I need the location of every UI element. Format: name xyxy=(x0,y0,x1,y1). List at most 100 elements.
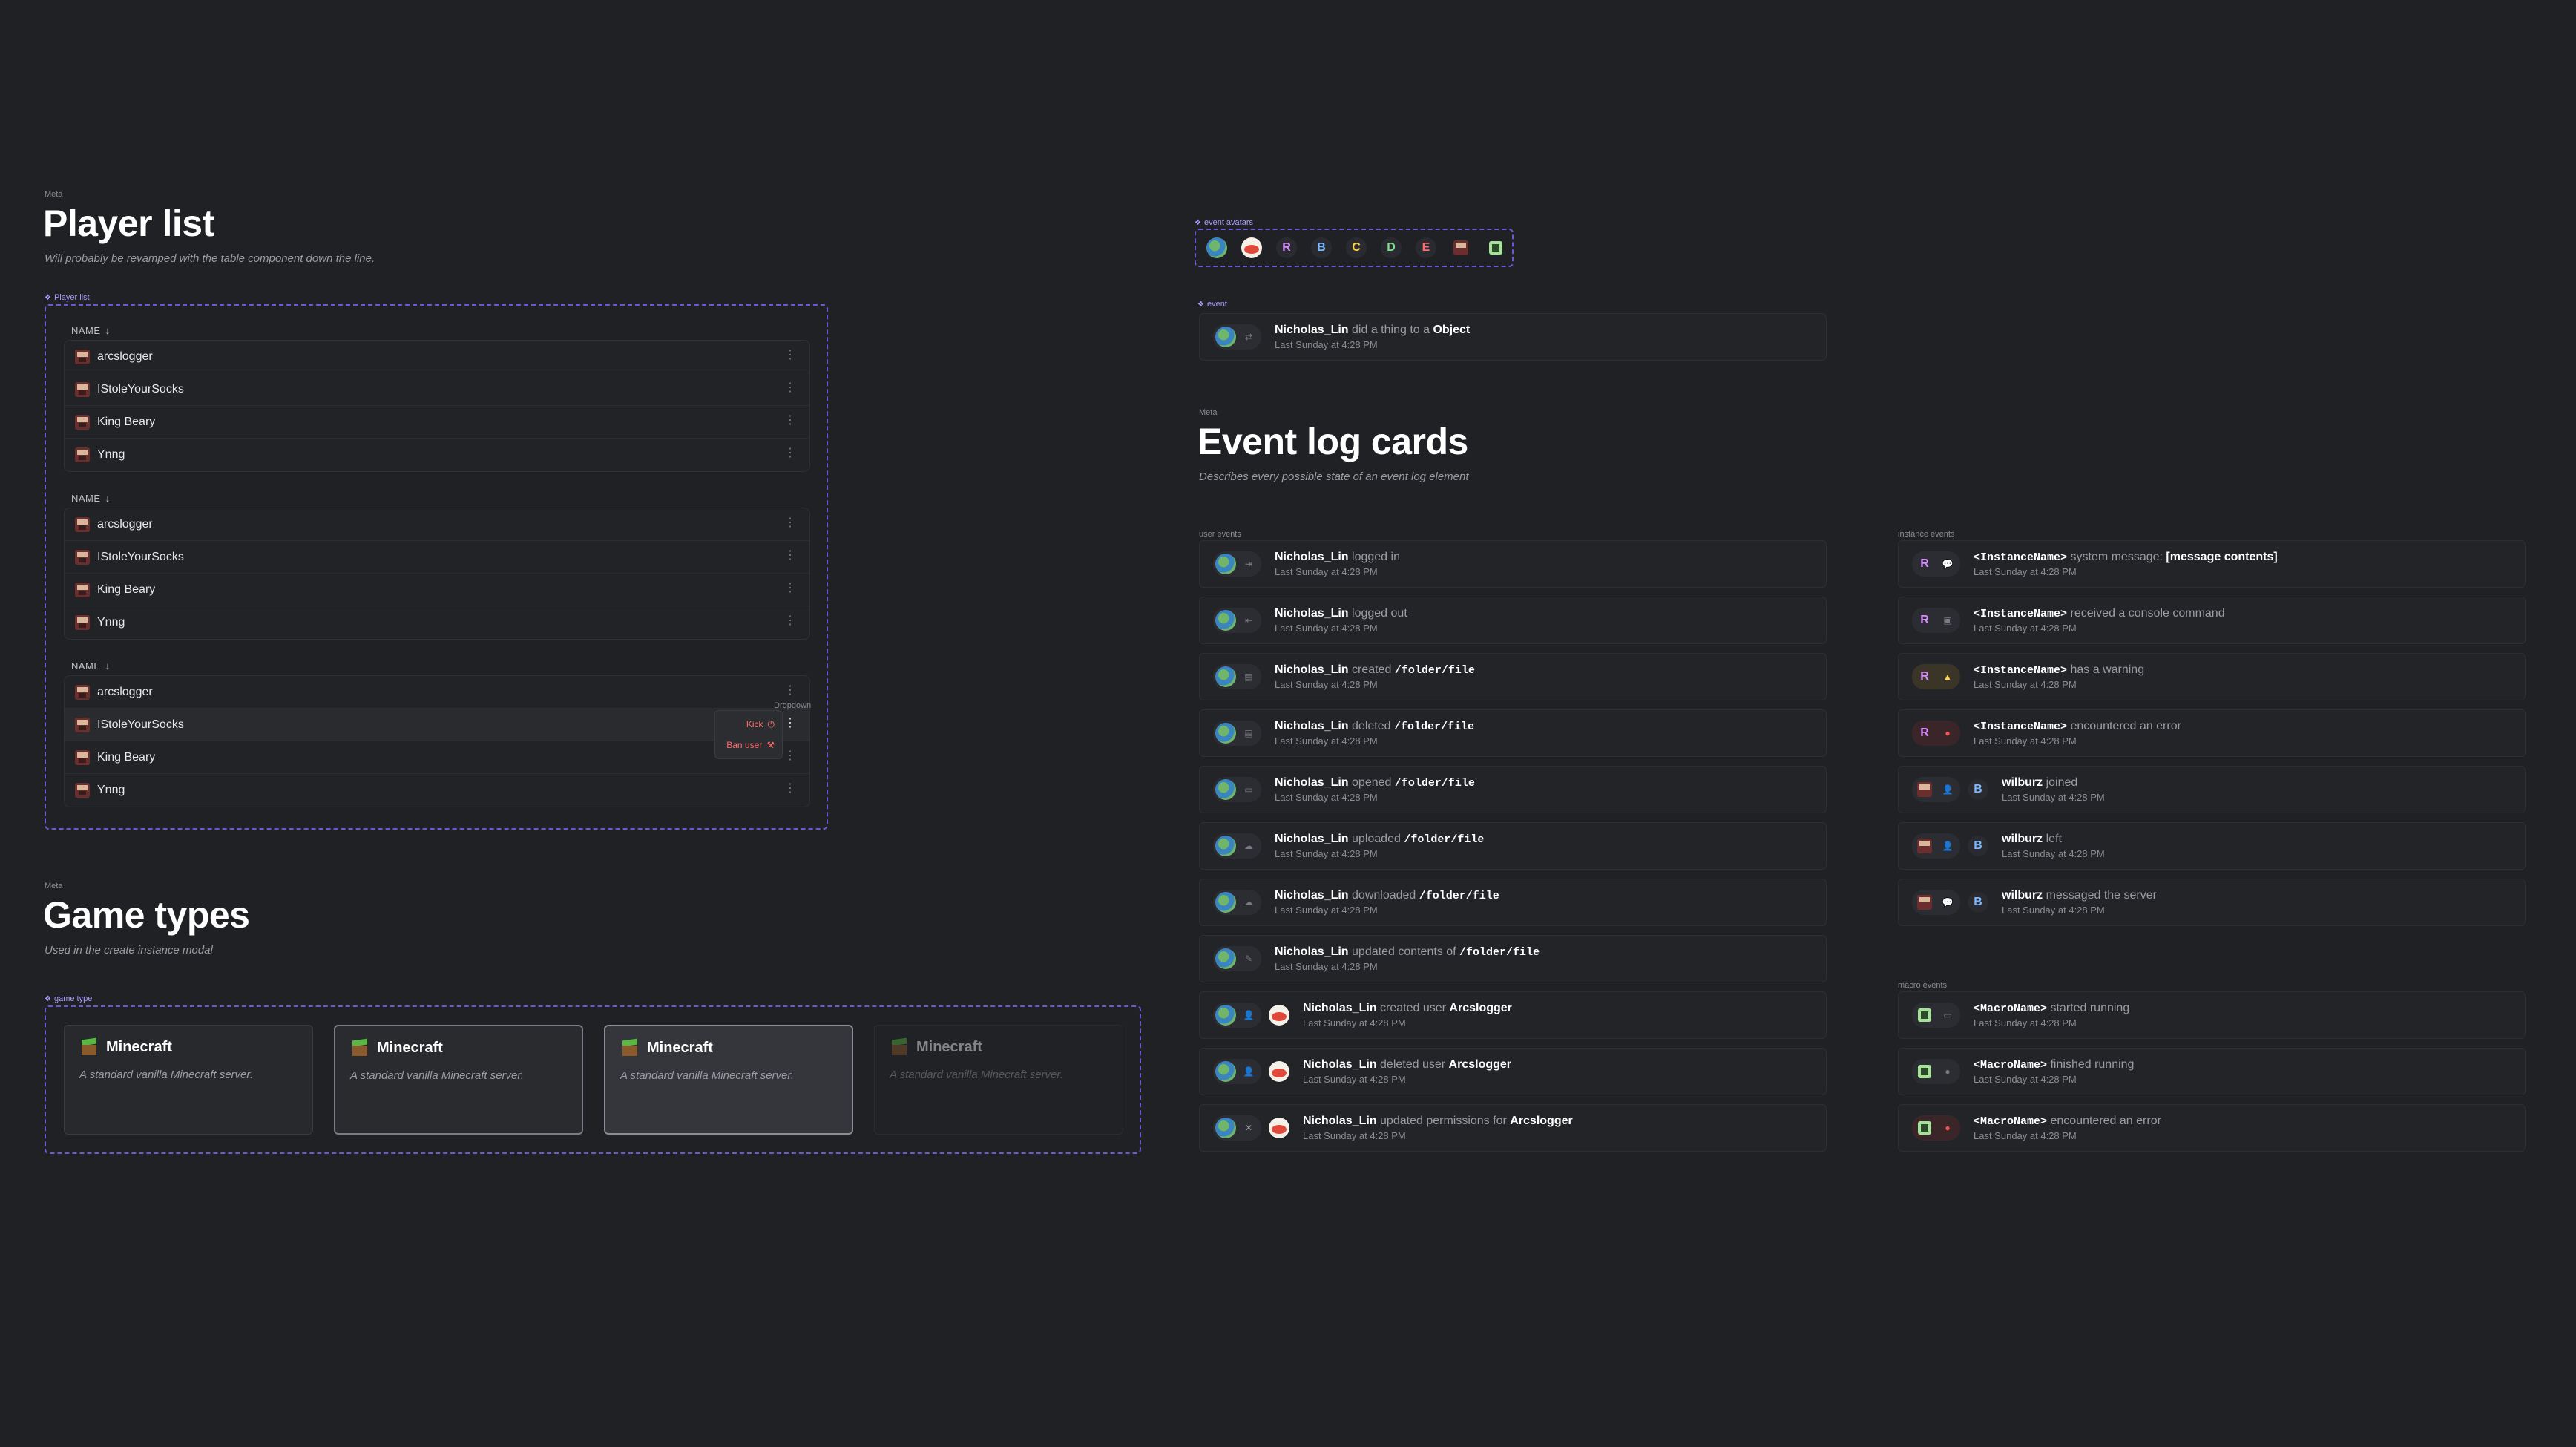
game-types-title: Game types xyxy=(43,894,250,936)
event-card: 👤 Bwilburz joined Last Sunday at 4:28 PM xyxy=(1898,766,2526,813)
event-object: /folder/file xyxy=(1393,721,1475,733)
more-options-icon[interactable]: ⋮ xyxy=(784,583,796,594)
robot-avatar-icon xyxy=(1914,892,1935,913)
event-card: ● <MacroName> finished running Last Sunday… xyxy=(1898,1048,2526,1095)
user-status-icon: 💬 xyxy=(1942,897,1954,908)
player-rows: arcslogger ⋮ IStoleYourSocks ⋮ Dropdown Kick ⏻… xyxy=(64,675,811,807)
event-card: R ● <InstanceName> encountered an error Las… xyxy=(1898,709,2526,757)
event-time: Last Sunday at 4:28 PM xyxy=(1275,848,1378,859)
ban-user-menu-item[interactable]: Ban user ⚒ xyxy=(715,735,782,755)
player-name: Ynng xyxy=(97,784,125,796)
event-action: has a warning xyxy=(2070,663,2145,676)
event-time: Last Sunday at 4:28 PM xyxy=(1275,905,1378,916)
event-object: Arcslogger xyxy=(1448,1058,1512,1071)
instance-avatar: R xyxy=(1920,726,1929,739)
instance-avatar: R xyxy=(1920,614,1929,626)
player-row[interactable]: arcslogger ⋮ xyxy=(65,341,809,373)
more-options-icon[interactable]: ⋮ xyxy=(784,550,796,562)
user-action-icon: ✕ xyxy=(1244,1123,1253,1133)
more-options-icon[interactable]: ⋮ xyxy=(784,350,796,361)
event-user: Nicholas_Lin xyxy=(1275,324,1349,336)
user-status-icon: 👤 xyxy=(1942,841,1954,851)
sort-arrow-icon: ↓ xyxy=(105,660,111,672)
event-subject: <InstanceName> xyxy=(1974,551,2068,564)
event-card: ⇤ Nicholas_Lin logged out Last Sunday at 4… xyxy=(1199,597,1827,644)
event-subject: Nicholas_Lin xyxy=(1275,889,1349,902)
name-column-header[interactable]: NAME ↓ xyxy=(64,656,810,675)
player-row[interactable]: Ynng ⋮ xyxy=(65,774,809,807)
event-object: Object xyxy=(1433,324,1471,336)
target-avatar-icon xyxy=(1269,1005,1289,1026)
fish-avatar-icon xyxy=(1241,237,1262,258)
game-type-card[interactable]: Minecraft A standard vanilla Minecraft se… xyxy=(334,1025,583,1135)
player-name: IStoleYourSocks xyxy=(97,550,184,563)
event-time: Last Sunday at 4:28 PM xyxy=(1974,679,2077,690)
player-row[interactable]: IStoleYourSocks ⋮ xyxy=(65,373,809,406)
robot-avatar-icon xyxy=(1914,779,1935,800)
more-options-icon[interactable]: ⋮ xyxy=(784,750,796,762)
game-type-card[interactable]: Minecraft A standard vanilla Minecraft se… xyxy=(604,1025,853,1135)
letter-avatar: D xyxy=(1381,237,1402,258)
more-options-icon[interactable]: ⋮ xyxy=(784,718,796,729)
instance-event-icon: 💬 xyxy=(1942,559,1954,569)
event-card: ▭ Nicholas_Lin opened /folder/file Last Su… xyxy=(1199,766,1827,813)
event-type-icon: ✎ xyxy=(1244,954,1253,964)
macro-chip-icon xyxy=(1914,1005,1935,1026)
player-rows: arcslogger ⋮ IStoleYourSocks ⋮ King Beary ⋮ Yn… xyxy=(64,340,810,472)
player-row[interactable]: IStoleYourSocks ⋮ Dropdown Kick ⏻ Ban user ⚒ xyxy=(65,701,811,759)
game-meta-label: Meta xyxy=(45,882,63,890)
game-type-desc: A standard vanilla Minecraft server. xyxy=(890,1069,1063,1081)
earth-avatar-icon xyxy=(1215,327,1236,347)
player-name: arcslogger xyxy=(97,350,153,363)
event-avatars-frame: RBCDE xyxy=(1195,229,1514,267)
event-card: ☁ Nicholas_Lin downloaded /folder/file Las… xyxy=(1199,879,1827,926)
event-action: messaged the server xyxy=(2046,889,2157,902)
name-column-header[interactable]: NAME ↓ xyxy=(64,321,810,340)
more-options-icon[interactable]: ⋮ xyxy=(784,415,796,427)
eventlog-title: Event log cards xyxy=(1197,421,1468,462)
game-type-tag: game type xyxy=(45,994,92,1003)
event-action: deleted xyxy=(1352,720,1391,732)
more-options-icon[interactable]: ⋮ xyxy=(784,615,796,627)
more-options-icon[interactable]: ⋮ xyxy=(784,382,796,394)
kick-menu-item[interactable]: Kick ⏻ xyxy=(715,714,782,735)
player-name: IStoleYourSocks xyxy=(97,382,184,396)
player-list-tag: Player list xyxy=(45,293,90,302)
name-column-header[interactable]: NAME ↓ xyxy=(64,488,810,508)
player-row[interactable]: arcslogger ⋮ xyxy=(65,508,809,541)
more-options-icon[interactable]: ⋮ xyxy=(784,447,796,459)
event-time: Last Sunday at 4:28 PM xyxy=(1303,1017,1406,1028)
swap-icon: ⇄ xyxy=(1244,332,1253,342)
player-list-group: NAME ↓ arcslogger ⋮ IStoleYourSocks ⋮ King Bea… xyxy=(64,321,810,472)
robot-avatar-icon xyxy=(1450,237,1471,258)
earth-avatar-icon xyxy=(1215,892,1236,913)
player-row[interactable]: Ynng ⋮ xyxy=(65,439,809,471)
user-events-label: user events xyxy=(1199,530,1241,539)
player-row[interactable]: King Beary ⋮ xyxy=(65,574,809,606)
player-row[interactable]: Ynng ⋮ xyxy=(65,606,809,639)
event-time: Last Sunday at 4:28 PM xyxy=(1275,961,1378,972)
event-object: /folder/file xyxy=(1404,833,1485,846)
event-object: [message contents] xyxy=(2166,551,2278,563)
player-rows: arcslogger ⋮ IStoleYourSocks ⋮ King Beary ⋮ Yn… xyxy=(64,508,810,640)
more-options-icon[interactable]: ⋮ xyxy=(784,783,796,795)
event-object: Arcslogger xyxy=(1449,1002,1512,1014)
game-type-card[interactable]: Minecraft A standard vanilla Minecraft se… xyxy=(64,1025,313,1135)
player-list-group: NAME ↓ arcslogger ⋮ IStoleYourSocks ⋮ King Bea… xyxy=(64,488,810,640)
game-type-desc: A standard vanilla Minecraft server. xyxy=(350,1069,524,1082)
instance-event-icon: ● xyxy=(1945,728,1951,738)
player-avatar-icon xyxy=(75,783,90,798)
more-options-icon[interactable]: ⋮ xyxy=(784,685,796,697)
event-subject: Nicholas_Lin xyxy=(1303,1002,1377,1014)
event-time: Last Sunday at 4:28 PM xyxy=(1303,1074,1406,1085)
player-avatar-icon xyxy=(75,684,90,700)
earth-avatar-icon xyxy=(1215,1061,1236,1082)
player-row[interactable]: IStoleYourSocks ⋮ xyxy=(65,541,809,574)
player-row[interactable]: King Beary ⋮ xyxy=(65,406,809,439)
player-dropdown-menu: Kick ⏻ Ban user ⚒ xyxy=(714,710,783,759)
letter-avatar: R xyxy=(1276,237,1297,258)
player-row[interactable]: King Beary ⋮ xyxy=(65,741,809,774)
more-options-icon[interactable]: ⋮ xyxy=(784,517,796,529)
grass-block-icon xyxy=(890,1037,909,1057)
player-row[interactable]: arcslogger ⋮ xyxy=(65,676,809,709)
